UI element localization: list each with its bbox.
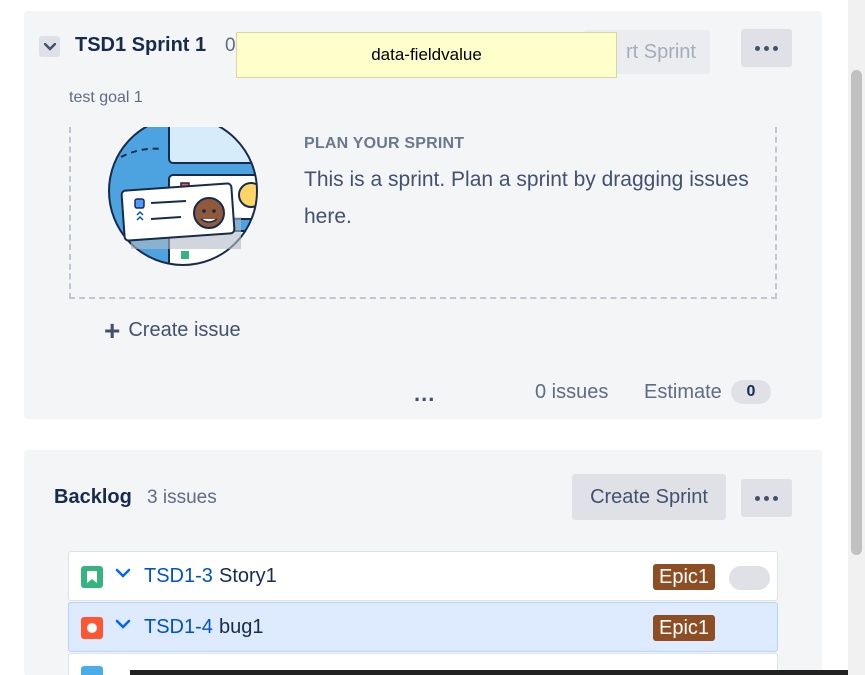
sprint-footer-more[interactable]: ...	[414, 381, 435, 407]
backlog-issue-row[interactable]: TSD1-4 bug1 Epic1	[68, 602, 778, 652]
sprint-dropzone[interactable]: PLAN YOUR SPRINT This is a sprint. Plan …	[69, 127, 777, 299]
sprint-issue-count: 0	[225, 35, 236, 56]
dot-icon	[764, 45, 769, 51]
issue-summary: Story1	[219, 565, 277, 587]
bug-icon	[81, 617, 103, 639]
bottom-bar	[130, 670, 848, 675]
dot-icon	[773, 45, 778, 51]
plan-sprint-text: This is a sprint. Plan a sprint by dragg…	[304, 168, 749, 228]
plus-icon: +	[104, 314, 121, 346]
backlog-issue-count: 3 issues	[147, 487, 217, 508]
create-sprint-button[interactable]: Create Sprint	[572, 474, 726, 520]
plan-sprint-title: PLAN YOUR SPRINT	[304, 135, 465, 152]
dot-icon	[755, 45, 760, 51]
backlog-panel: Backlog 3 issues Create Sprint TSD1-3 St…	[24, 450, 822, 675]
chevron-down-icon	[43, 42, 56, 51]
board-page: TSD1 Sprint 1 0 rt Sprint test goal 1 PL…	[0, 0, 865, 675]
create-issue-label: Create issue	[128, 319, 241, 341]
story-icon	[81, 566, 103, 588]
plan-sprint-illustration	[108, 127, 258, 266]
sprint-issues-count: 0 issues	[535, 381, 609, 403]
create-issue-button[interactable]: + Create issue	[104, 314, 241, 346]
issue-estimate-pill	[729, 566, 770, 590]
field-tooltip: data-fieldvalue	[236, 32, 617, 78]
priority-low-icon	[115, 619, 131, 629]
scrollbar-thumb[interactable]	[851, 70, 862, 555]
dot-icon	[773, 495, 778, 501]
sprint-more-button[interactable]	[741, 29, 792, 67]
backlog-issue-row[interactable]: TSD1-3 Story1 Epic1	[68, 551, 778, 601]
task-icon	[81, 666, 103, 675]
sprint-name[interactable]: TSD1 Sprint 1	[75, 34, 206, 57]
estimate-badge: 0	[731, 380, 771, 404]
backlog-more-button[interactable]	[741, 479, 792, 517]
epic-badge: Epic1	[653, 564, 716, 590]
issue-key[interactable]: TSD1-3	[144, 565, 213, 588]
dot-icon	[755, 495, 760, 501]
estimate-label: Estimate	[644, 381, 722, 403]
epic-badge: Epic1	[653, 615, 716, 641]
issue-summary: bug1	[219, 616, 264, 638]
dot-icon	[764, 495, 769, 501]
priority-low-icon	[115, 568, 131, 578]
issue-key[interactable]: TSD1-4	[144, 616, 213, 639]
sprint-goal: test goal 1	[69, 89, 143, 106]
collapse-sprint-button[interactable]	[39, 36, 60, 57]
backlog-title: Backlog	[54, 486, 132, 508]
